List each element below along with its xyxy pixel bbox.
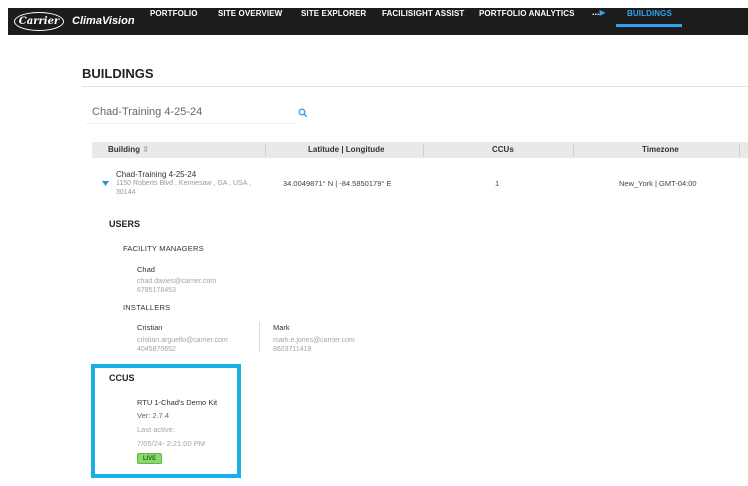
- nav-more-label: ...: [592, 7, 600, 17]
- column-separator: [423, 144, 424, 156]
- column-header-timezone: Timezone: [642, 145, 679, 154]
- users-section-title: USERS: [109, 219, 141, 229]
- table-header: Building ⇳ Latitude | Longitude CCUs Tim…: [92, 142, 748, 158]
- building-address: 1150 Roberts Blvd , Kennesaw , GA , USA …: [116, 180, 251, 196]
- facility-manager-name: Chad: [137, 265, 155, 274]
- installers-title: INSTALLERS: [123, 303, 171, 312]
- installer-separator: [259, 322, 260, 352]
- ccus-section-title: CCUS: [109, 373, 135, 383]
- facility-manager-email: chad.davies@carrier.com: [137, 278, 217, 285]
- sort-icon[interactable]: ⇳: [142, 145, 149, 154]
- installer-name: Mark: [273, 323, 290, 332]
- installer-name: Cristian: [137, 323, 163, 332]
- building-name[interactable]: Chad-Training 4-25-24: [116, 170, 196, 179]
- column-header-latlng: Latitude | Longitude: [308, 145, 385, 154]
- ccu-last-active-label: Last active:: [137, 425, 175, 434]
- title-divider: [82, 86, 748, 87]
- nav-item-buildings[interactable]: BUILDINGS: [627, 9, 672, 18]
- page-title: BUILDINGS: [82, 66, 154, 81]
- nav-item-facilisight-assist[interactable]: FACILISIGHT ASSIST: [382, 9, 464, 18]
- search-icon[interactable]: [298, 108, 308, 118]
- column-header-building[interactable]: Building ⇳: [108, 145, 149, 154]
- installer-email: mark.e.jones@carrier.com: [273, 337, 355, 344]
- search-input[interactable]: [92, 106, 292, 118]
- status-badge: LIVE: [137, 453, 162, 464]
- facility-manager-phone: 6785178453: [137, 287, 176, 294]
- column-separator: [739, 144, 740, 156]
- ccu-name[interactable]: RTU 1-Chad's Demo Kit: [137, 398, 217, 407]
- installer-email: cristian.arguello@carrier.com: [137, 337, 228, 344]
- caret-right-icon: ▶: [599, 8, 606, 17]
- brand-name: ClimaVision: [72, 15, 135, 27]
- installer-phone: 4045870652: [137, 346, 176, 353]
- column-separator: [265, 144, 266, 156]
- building-ccu-count: 1: [495, 179, 500, 188]
- building-latlng: 34.0049871° N | -84.5850179° E: [283, 179, 392, 188]
- building-timezone: New_York | GMT-04:00: [619, 179, 697, 188]
- installer-phone: 8603711418: [273, 346, 312, 353]
- nav-item-site-overview[interactable]: SITE OVERVIEW: [218, 9, 282, 18]
- nav-item-portfolio-analytics[interactable]: PORTFOLIO ANALYTICS: [479, 9, 575, 18]
- search-box: [86, 104, 296, 124]
- nav-item-site-explorer[interactable]: SITE EXPLORER: [301, 9, 366, 18]
- nav-more-button[interactable]: ...▶: [592, 7, 606, 17]
- facility-managers-title: FACILITY MANAGERS: [123, 244, 204, 253]
- active-tab-indicator: [616, 24, 682, 27]
- ccu-last-active-time: 7/05/24- 2:21:00 PM: [137, 439, 205, 448]
- carrier-logo[interactable]: Carrier: [14, 12, 64, 31]
- nav-item-portfolio[interactable]: PORTFOLIO: [150, 9, 198, 18]
- chevron-down-icon[interactable]: [102, 181, 109, 186]
- column-header-ccus: CCUs: [492, 145, 514, 154]
- ccu-version: Ver: 2.7.4: [137, 411, 170, 420]
- column-separator: [573, 144, 574, 156]
